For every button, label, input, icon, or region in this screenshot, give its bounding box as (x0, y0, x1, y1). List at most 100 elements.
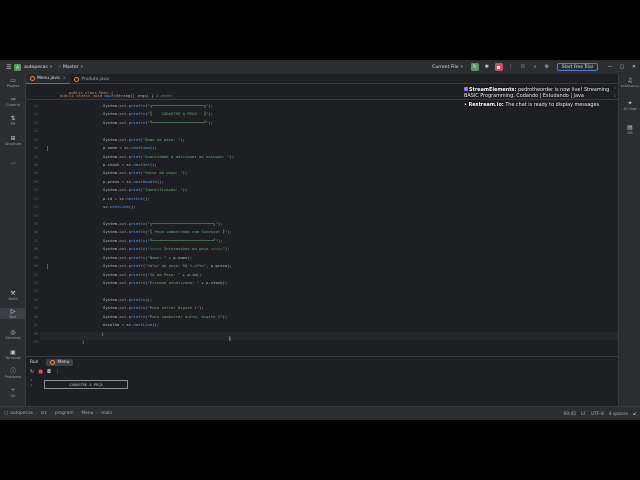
warning-icon: ⓘ (9, 368, 16, 375)
main-menu-icon[interactable]: ☰ (4, 64, 14, 71)
ai-chat-icon: ✦ (627, 100, 633, 107)
code-line[interactable]: sc.nextLine(); (103, 204, 136, 209)
breadcrumb-item[interactable]: Menu (81, 411, 93, 416)
line-number: 61 (33, 272, 38, 277)
code-line[interactable]: System.out.println("Para cadastrar outro… (103, 314, 227, 319)
line-number: 60 (33, 264, 38, 269)
line-separator[interactable]: LF (581, 412, 586, 417)
code-line[interactable]: } (82, 339, 84, 344)
code-line[interactable]: System.out.println("╚═══════════════════… (103, 238, 223, 243)
code-line[interactable]: p.preco = sc.nextDouble(); (103, 179, 164, 184)
tool-ai-chat[interactable]: ✦ AI Chat (619, 100, 640, 111)
tool-services[interactable]: ◎ Services (0, 329, 26, 340)
tool-more[interactable]: ⋯ (0, 160, 26, 167)
streamelements-icon (464, 87, 468, 91)
tab-produto-java[interactable]: Produto.java (70, 74, 112, 84)
title-bar: ☰ A autopecas ▾ ⑂ Master ▾ Current File … (0, 60, 640, 74)
chat-message: • Restream.io: The chat is ready to disp… (464, 102, 601, 109)
code-line[interactable]: p.id = sc.nextInt(); (103, 196, 150, 201)
code-line[interactable]: System.out.print("Valor da peça: "); (103, 170, 187, 175)
tool-pull-requests[interactable]: ⇅ PR (0, 115, 26, 126)
tool-git[interactable]: ⑂ Git (0, 387, 26, 398)
code-line[interactable]: System.out.print("Nome da peça: "); (103, 137, 185, 142)
pull-request-icon: ⇅ (10, 115, 16, 122)
caret-position[interactable]: 69:45 (563, 412, 576, 417)
start-free-trial-button[interactable]: Start Free Trial (556, 63, 598, 71)
tool-notifications[interactable]: ♫ Notifications (619, 77, 640, 88)
line-number: 45 (33, 137, 38, 142)
lock-icon[interactable]: 🔓︎ (633, 411, 636, 417)
code-line[interactable]: System.out.println("╔═══════════════════… (103, 221, 223, 226)
close-icon[interactable]: ✕ (628, 64, 640, 70)
search-icon[interactable]: ⌕ (531, 63, 539, 71)
indent-setting[interactable]: 4 spaces (609, 412, 628, 417)
code-line[interactable]: System.out.println("║ Peça cadastrada co… (103, 229, 232, 234)
minimize-icon[interactable]: — (604, 64, 616, 70)
title-bar-actions: Current File ▾ ↻ ✱ ⋮ ⚇ ⌕ ⚙ Start Free Tr… (432, 60, 640, 74)
line-number: 67 (33, 323, 38, 328)
close-tab-icon[interactable]: × (63, 76, 67, 81)
tool-project[interactable]: ▭ Project (0, 77, 26, 88)
code-line[interactable]: System.out.println("ID da Peça: " + p.id… (103, 272, 201, 277)
line-number: 4 (613, 86, 616, 90)
run-header: Run Menu (26, 357, 618, 367)
debug-icon[interactable]: ✱ (483, 63, 491, 71)
breadcrumb-item[interactable]: src (41, 411, 47, 416)
code-line[interactable]: System.out.printf("Valor da peça: R$ %.2… (103, 263, 232, 268)
code-line[interactable]: System.out.println("║ CADASTRE A PEÇA ║"… (103, 111, 213, 116)
editor-tab-bar: Menu.java × Produto.java (26, 74, 618, 84)
line-number: 48 (33, 163, 38, 167)
tool-commit[interactable]: ⊸ Commit (0, 96, 26, 107)
tool-problems[interactable]: ⓘ Problems (0, 368, 26, 379)
stop-icon[interactable]: ■ (38, 369, 43, 375)
code-line[interactable]: System.out.println("===== Informações da… (103, 246, 230, 251)
code-line[interactable]: System.out.println("╔═══════════════════… (103, 103, 213, 108)
code-line[interactable]: System.out.println("Estoque atualizado: … (103, 280, 227, 285)
breadcrumb-item[interactable]: main (101, 411, 112, 416)
tool-run[interactable]: ▷ Run (0, 308, 26, 319)
file-encoding[interactable]: UTF-8 (591, 412, 604, 417)
current-line-highlight (40, 332, 618, 340)
project-selector[interactable]: A autopecas ▾ (14, 63, 52, 71)
tool-terminal[interactable]: ▣ Terminal (0, 349, 26, 360)
run-config-selector[interactable]: Current File ▾ (432, 65, 463, 70)
code-line[interactable]: System.out.println("Para voltar digite 1… (103, 305, 204, 310)
java-file-icon (50, 359, 56, 365)
maximize-icon[interactable]: ▢ (616, 64, 628, 70)
line-number: 56 (33, 230, 38, 235)
code-line[interactable]: System.out.print("Identificação: "); (103, 187, 187, 192)
tool-database[interactable]: ▤ DB (619, 124, 640, 135)
breadcrumb-item[interactable]: autopecas (10, 411, 33, 416)
code-line[interactable]: p.nome = sc.nextLine(); (103, 145, 157, 150)
branch-selector[interactable]: ⑂ Master ▾ (58, 64, 83, 71)
gear-icon[interactable]: ⚙ (543, 63, 551, 71)
left-tool-strip: ▭ Project ⊸ Commit ⇅ PR ⊞ Structure ⋯ ⚒ Build… (0, 74, 26, 406)
console-scroll-icon: ↑ ↓ (30, 377, 33, 387)
camera-icon[interactable]: ◘ (47, 369, 51, 375)
line-number: 55 (33, 222, 38, 227)
more-actions-icon[interactable]: ⋮ (507, 63, 515, 71)
rerun-icon[interactable]: ↻ (30, 369, 34, 375)
chevron-down-icon: ▾ (460, 64, 463, 70)
code-line[interactable]: p.stock = sc.nextInt(); (103, 162, 157, 167)
more-icon[interactable]: ⋮ (55, 369, 60, 375)
tool-build[interactable]: ⚒ Build (0, 290, 26, 301)
chat-message: StreamElements: pedrotheorder is now liv… (464, 87, 610, 100)
tab-menu-java[interactable]: Menu.java × (26, 74, 71, 84)
code-line[interactable]: System.out.println(); (103, 297, 152, 302)
java-file-icon (74, 76, 80, 82)
code-line[interactable]: System.out.println("Nome: " + p.nome); (103, 255, 192, 260)
run-toolbar: ↻ ■ ◘ ⋮ (26, 367, 618, 376)
more-icon: ⋯ (10, 160, 16, 167)
code-line[interactable]: escolha = sc.nextLine(); (103, 322, 159, 327)
collab-icon[interactable]: ⚇ (519, 63, 527, 71)
rerun-icon[interactable]: ↻ (470, 63, 479, 71)
breadcrumb-item[interactable]: program (55, 411, 74, 416)
code-line[interactable]: System.out.println("╚═══════════════════… (103, 120, 213, 125)
code-line[interactable]: } (92, 331, 103, 336)
stop-icon[interactable] (494, 63, 503, 71)
sticky-method-line[interactable]: public static void main(String[] args) {… (60, 93, 172, 98)
run-tab-menu[interactable]: Menu (46, 358, 74, 366)
code-line[interactable]: System.out.print("Quantidade a adicionar… (103, 154, 234, 159)
tool-structure[interactable]: ⊞ Structure (0, 135, 26, 146)
